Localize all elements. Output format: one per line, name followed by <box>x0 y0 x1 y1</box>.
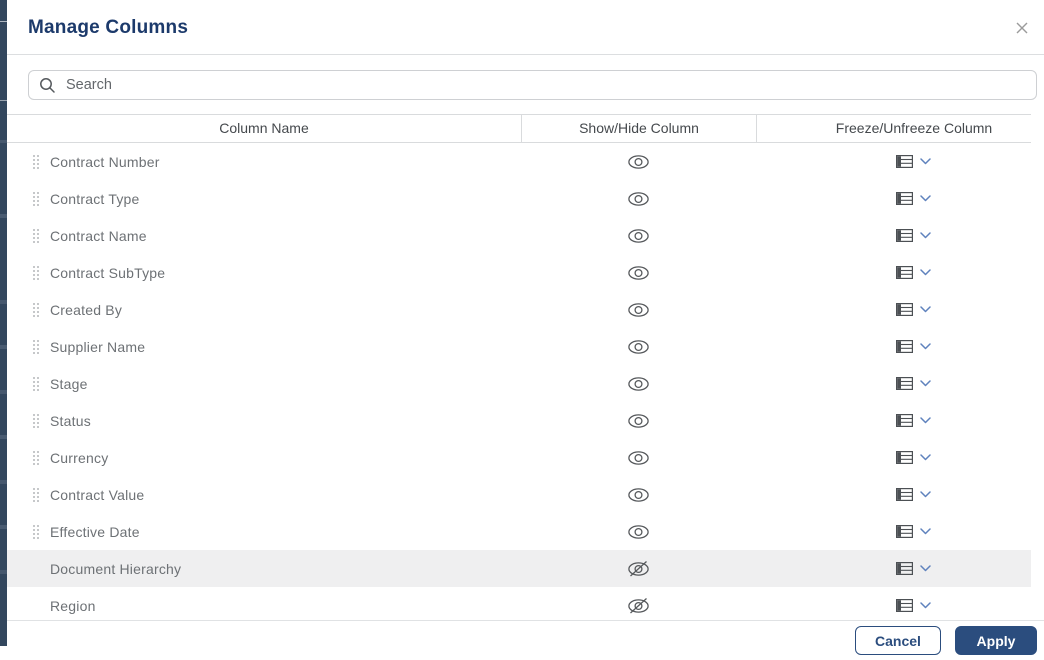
eye-icon[interactable] <box>626 523 651 541</box>
search-box <box>28 70 1037 100</box>
freeze-table-icon[interactable] <box>896 488 913 501</box>
eye-icon[interactable] <box>626 338 651 356</box>
column-name-label: Contract Name <box>50 227 147 244</box>
chevron-down-icon[interactable] <box>920 602 931 609</box>
chevron-down-icon[interactable] <box>920 306 931 313</box>
drag-handle-icon[interactable] <box>33 154 41 169</box>
modal-header: Manage Columns <box>7 0 1044 55</box>
column-name-label: Stage <box>50 375 88 392</box>
drag-handle-icon[interactable] <box>33 339 41 354</box>
freeze-table-icon[interactable] <box>896 451 913 464</box>
chevron-down-icon[interactable] <box>920 269 931 276</box>
table-row: Contract SubType <box>7 254 1031 291</box>
drag-handle-icon[interactable] <box>33 302 41 317</box>
modal-footer: Cancel Apply <box>7 620 1044 660</box>
freeze-table-icon[interactable] <box>896 377 913 390</box>
column-name-label: Contract Number <box>50 153 160 170</box>
eye-icon[interactable] <box>626 486 651 504</box>
column-name-label: Contract Value <box>50 486 145 503</box>
column-name-label: Contract Type <box>50 190 140 207</box>
table-row: Region <box>7 587 1031 620</box>
drag-handle-icon[interactable] <box>33 228 41 243</box>
freeze-table-icon[interactable] <box>896 229 913 242</box>
drag-handle-icon[interactable] <box>33 265 41 280</box>
table-row: Status <box>7 402 1031 439</box>
drag-handle-icon[interactable] <box>33 524 41 539</box>
freeze-table-icon[interactable] <box>896 414 913 427</box>
column-name-label: Currency <box>50 449 109 466</box>
column-name-label: Status <box>50 412 91 429</box>
eye-icon[interactable] <box>626 412 651 430</box>
eye-icon[interactable] <box>626 264 651 282</box>
search-section <box>7 55 1044 100</box>
freeze-table-icon[interactable] <box>896 155 913 168</box>
table-row: Effective Date <box>7 513 1031 550</box>
eye-off-icon[interactable] <box>626 560 651 578</box>
apply-button[interactable]: Apply <box>955 626 1037 655</box>
eye-icon[interactable] <box>626 449 651 467</box>
drag-handle-icon[interactable] <box>33 191 41 206</box>
eye-icon[interactable] <box>626 375 651 393</box>
table-row: Currency <box>7 439 1031 476</box>
drag-handle-icon[interactable] <box>33 376 41 391</box>
eye-icon[interactable] <box>626 227 651 245</box>
chevron-down-icon[interactable] <box>920 454 931 461</box>
close-icon[interactable] <box>1012 19 1032 39</box>
freeze-table-icon[interactable] <box>896 525 913 538</box>
chevron-down-icon[interactable] <box>920 195 931 202</box>
freeze-table-icon[interactable] <box>896 599 913 612</box>
cancel-button[interactable]: Cancel <box>855 626 941 655</box>
column-name-label: Effective Date <box>50 523 140 540</box>
table-row: Contract Name <box>7 217 1031 254</box>
freeze-table-icon[interactable] <box>896 340 913 353</box>
table-row: Contract Value <box>7 476 1031 513</box>
freeze-table-icon[interactable] <box>896 192 913 205</box>
column-name-label: Supplier Name <box>50 338 146 355</box>
table-row: Supplier Name <box>7 328 1031 365</box>
chevron-down-icon[interactable] <box>920 565 931 572</box>
chevron-down-icon[interactable] <box>920 232 931 239</box>
background-page-edge <box>0 0 7 646</box>
header-show-hide: Show/Hide Column <box>521 114 756 143</box>
column-name-label: Contract SubType <box>50 264 166 281</box>
chevron-down-icon[interactable] <box>920 158 931 165</box>
drag-handle-icon[interactable] <box>33 487 41 502</box>
chevron-down-icon[interactable] <box>920 417 931 424</box>
eye-icon[interactable] <box>626 190 651 208</box>
header-freeze-unfreeze: Freeze/Unfreeze Column <box>756 114 1031 143</box>
table-row: Stage <box>7 365 1031 402</box>
screen: Manage Columns Column Name Show/Hide Col… <box>0 0 1044 660</box>
table-row: Contract Type <box>7 180 1031 217</box>
column-name-label: Document Hierarchy <box>50 560 182 577</box>
drag-handle-icon[interactable] <box>33 450 41 465</box>
drag-handle-icon[interactable] <box>33 413 41 428</box>
header-column-name: Column Name <box>219 120 309 136</box>
chevron-down-icon[interactable] <box>920 380 931 387</box>
search-icon <box>40 77 55 93</box>
column-list: Contract Number Contract Type Contract N… <box>7 143 1031 620</box>
column-name-label: Created By <box>50 301 123 318</box>
chevron-down-icon[interactable] <box>920 528 931 535</box>
freeze-table-icon[interactable] <box>896 562 913 575</box>
table-row: Document Hierarchy <box>7 550 1031 587</box>
modal-title: Manage Columns <box>28 17 189 38</box>
table-row: Created By <box>7 291 1031 328</box>
chevron-down-icon[interactable] <box>920 343 931 350</box>
chevron-down-icon[interactable] <box>920 491 931 498</box>
eye-off-icon[interactable] <box>626 597 651 615</box>
column-name-label: Region <box>50 597 96 614</box>
manage-columns-modal: Manage Columns Column Name Show/Hide Col… <box>7 0 1044 660</box>
table-row: Contract Number <box>7 143 1031 180</box>
eye-icon[interactable] <box>626 153 651 171</box>
freeze-table-icon[interactable] <box>896 303 913 316</box>
search-input[interactable] <box>66 77 1026 93</box>
eye-icon[interactable] <box>626 301 651 319</box>
freeze-table-icon[interactable] <box>896 266 913 279</box>
table-header: Column Name Show/Hide Column Freeze/Unfr… <box>7 114 1031 143</box>
